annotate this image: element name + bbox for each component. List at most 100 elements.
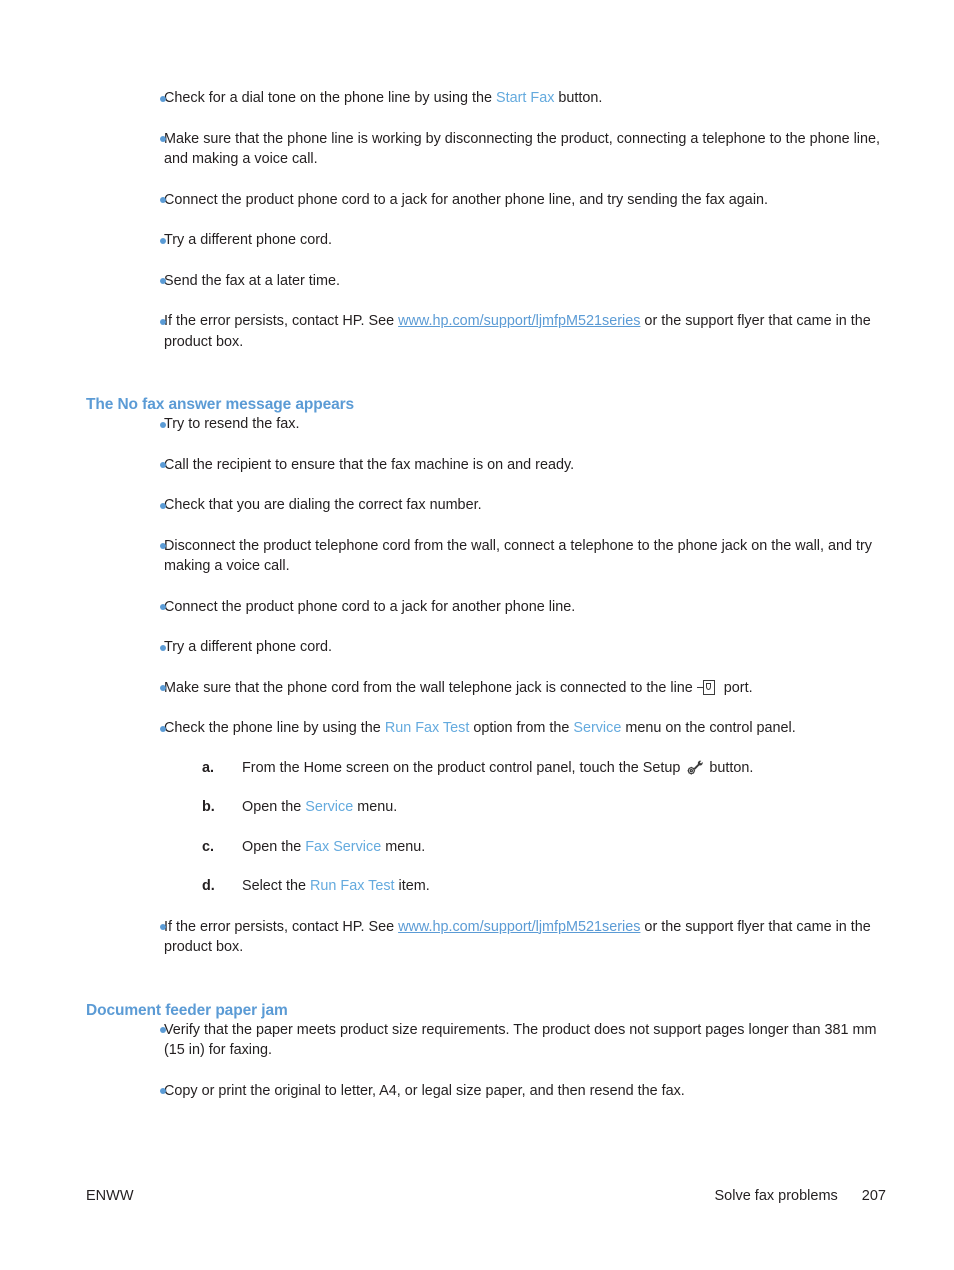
substep-item: c. Open the Fax Service menu. <box>202 837 886 858</box>
bullet-dot-icon <box>160 95 166 102</box>
body-text: Open the <box>242 838 306 855</box>
bullet-dot-icon <box>160 237 166 244</box>
footer-right-group: Solve fax problems 207 <box>714 1188 886 1204</box>
body-text: option from the <box>469 720 574 736</box>
bullet-dot-icon <box>160 421 166 428</box>
body-text: Open the <box>242 799 306 815</box>
section-no-fax-answer: The No fax answer message appears <box>86 396 886 414</box>
bullet-dot-icon <box>160 462 166 468</box>
footer-locale-label: ENWW <box>86 1188 134 1204</box>
body-text: Make sure that the phone cord from the w… <box>164 679 697 696</box>
list-item-text: Try a different phone cord. <box>164 637 886 658</box>
list-item: Make sure that the phone cord from the w… <box>86 678 886 699</box>
list-item: If the error persists, contact HP. See w… <box>86 311 886 352</box>
document-feeder-jam-bullet-list: Verify that the paper meets product size… <box>86 1020 886 1102</box>
body-text: menu. <box>381 838 426 855</box>
heading-no-fax-answer: The No fax answer message appears <box>86 396 355 413</box>
body-text: Check that you are dialing the correct f… <box>164 497 482 513</box>
no-fax-answer-bullet-list: Try to resend the fax. Call the recipient… <box>86 414 886 958</box>
substep-marker: c. <box>202 838 215 855</box>
body-text: menu on the control panel. <box>621 720 796 736</box>
body-text: Connect the product phone cord to a jack… <box>164 598 576 615</box>
body-text: button. <box>705 759 754 776</box>
body-text: Call the recipient to ensure that the fa… <box>164 456 575 473</box>
body-text: Check the phone line by using the <box>164 720 385 736</box>
ui-term: Fax Service <box>305 838 382 855</box>
list-item-text: Check the phone line by using the Run Fa… <box>164 718 886 739</box>
substep-item: a. From the Home screen on the product co… <box>202 758 886 779</box>
list-item-text: Verify that the paper meets product size… <box>164 1020 886 1061</box>
bullet-dot-icon <box>160 197 166 203</box>
list-item-text: Check that you are dialing the correct f… <box>164 495 886 516</box>
page-footer: ENWW Solve fax problems 207 <box>86 1188 886 1210</box>
footer-page-number: 207 <box>861 1188 886 1204</box>
substep-text: Open the Service menu. <box>242 799 397 815</box>
list-item: Try a different phone cord. <box>86 230 886 251</box>
list-item: Call the recipient to ensure that the fa… <box>86 455 886 476</box>
list-item: Verify that the paper meets product size… <box>86 1020 886 1061</box>
substep-text: Open the Fax Service menu. <box>242 839 425 855</box>
body-text: Disconnect the product telephone cord fr… <box>164 537 872 575</box>
list-item-text: Connect the product phone cord to a jack… <box>164 597 886 618</box>
list-item-text: Send the fax at a later time. <box>164 271 886 292</box>
list-item: Copy or print the original to letter, A4… <box>86 1081 886 1102</box>
support-url-link[interactable]: www.hp.com/support/ljmfpM521series <box>398 313 640 329</box>
body-text: Check for a dial tone on the phone line … <box>164 90 497 106</box>
list-item-text: If the error persists, contact HP. See w… <box>164 311 886 352</box>
ui-term: Run Fax Test <box>310 878 395 894</box>
body-text: Connect the product phone cord to a jack… <box>164 191 769 208</box>
phone-line-port-icon <box>696 679 719 695</box>
bullet-dot-icon <box>160 136 166 142</box>
body-text: Verify that the paper meets product size… <box>164 1021 877 1059</box>
bullet-dot-icon <box>160 318 166 325</box>
substep-group: a. From the Home screen on the product co… <box>164 758 886 897</box>
bullet-dot-icon <box>160 725 166 732</box>
substep-marker: a. <box>202 759 215 776</box>
support-url-link[interactable]: www.hp.com/support/ljmfpM521series <box>398 919 640 935</box>
list-item-text: Make sure that the phone cord from the w… <box>164 678 886 699</box>
list-item-text: Try a different phone cord. <box>164 230 886 251</box>
substep-marker: d. <box>202 878 215 894</box>
bullet-dot-icon <box>160 543 166 549</box>
body-text: Send the fax at a later time. <box>164 272 340 289</box>
bullet-dot-icon <box>160 1027 166 1033</box>
list-item: Make sure that the phone line is working… <box>86 129 886 170</box>
list-item-text: Check for a dial tone on the phone line … <box>164 88 886 109</box>
body-text: Try a different phone cord. <box>164 639 332 655</box>
list-item-text: Copy or print the original to letter, A4… <box>164 1081 886 1102</box>
body-text: Make sure that the phone line is working… <box>164 130 881 168</box>
list-item: Try a different phone cord. <box>86 637 886 658</box>
lettered-substep-list: a. From the Home screen on the product co… <box>202 758 886 897</box>
list-item: Connect the product phone cord to a jack… <box>86 190 886 211</box>
list-item: Connect the product phone cord to a jack… <box>86 597 886 618</box>
bullet-dot-icon <box>160 1088 166 1094</box>
list-item-text: Connect the product phone cord to a jack… <box>164 190 886 211</box>
body-text: Copy or print the original to letter, A4… <box>164 1082 685 1099</box>
body-text: If the error persists, contact HP. See <box>164 918 399 935</box>
substep-text: Select the Run Fax Test item. <box>242 878 430 894</box>
ui-term: Run Fax Test <box>384 720 470 736</box>
bullet-dot-icon <box>160 278 166 284</box>
substep-marker: b. <box>202 799 215 815</box>
body-text: From the Home screen on the product cont… <box>242 759 685 776</box>
top-bullet-list: Check for a dial tone on the phone line … <box>86 88 886 352</box>
body-text: port. <box>719 679 753 696</box>
footer-chapter-title: Solve fax problems <box>714 1188 838 1204</box>
list-item: Send the fax at a later time. <box>86 271 886 292</box>
section-document-feeder-jam: Document feeder paper jam <box>86 1002 886 1020</box>
list-item: Try to resend the fax. <box>86 414 886 435</box>
list-item: Disconnect the product telephone cord fr… <box>86 536 886 577</box>
bullet-dot-icon <box>160 644 166 651</box>
body-text: item. <box>394 878 430 894</box>
bullet-dot-icon <box>160 502 166 509</box>
substep-text: From the Home screen on the product cont… <box>242 760 753 776</box>
list-item-text: Disconnect the product telephone cord fr… <box>164 536 886 577</box>
substep-item: d. Select the Run Fax Test item. <box>202 876 886 897</box>
ui-term: Start Fax <box>496 90 555 106</box>
body-text: button. <box>554 90 603 106</box>
substep-item: b. Open the Service menu. <box>202 797 886 818</box>
bullet-dot-icon <box>160 685 166 691</box>
list-item-text: Try to resend the fax. <box>164 414 886 435</box>
bullet-dot-icon <box>160 604 166 610</box>
list-item: Check the phone line by using the Run Fa… <box>86 718 886 897</box>
